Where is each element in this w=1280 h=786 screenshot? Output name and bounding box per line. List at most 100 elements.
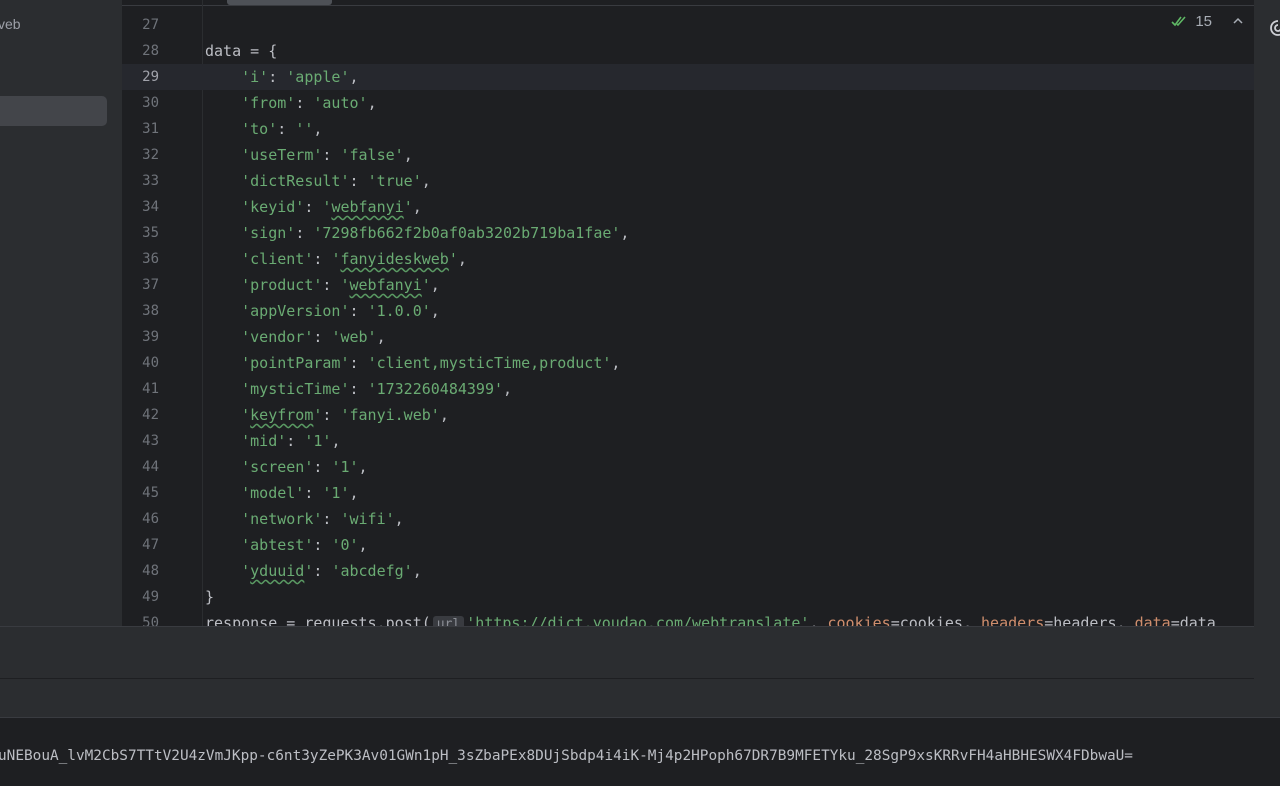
line-number: 43 <box>142 433 159 449</box>
code-token: response = requests.post( <box>205 614 431 626</box>
code-line[interactable]: 34 'keyid': 'webfanyi', <box>122 194 1254 220</box>
code-line[interactable]: 49} <box>122 584 1254 610</box>
code-line[interactable]: 48 'yduuid': 'abcdefg', <box>122 558 1254 584</box>
code-token: , <box>809 614 828 626</box>
parameter-hint: url <box>432 616 465 626</box>
code-token: , <box>412 562 422 580</box>
code-token: '' <box>295 120 314 138</box>
code-line[interactable]: 39 'vendor': 'web', <box>122 324 1254 350</box>
code-text: 'useTerm': 'false', <box>205 142 413 168</box>
code-token: 'abtest' <box>241 536 314 554</box>
inspection-count: 15 <box>1195 12 1212 30</box>
code-token: webfanyi <box>331 198 404 216</box>
code-token: : <box>313 562 332 580</box>
code-text: } <box>205 584 214 610</box>
code-token: 'apple' <box>286 68 350 86</box>
code-text: 'to': '', <box>205 116 322 142</box>
line-number: 49 <box>142 589 159 605</box>
code-line[interactable]: 37 'product': 'webfanyi', <box>122 272 1254 298</box>
code-line[interactable]: 27 <box>122 12 1254 38</box>
code-line[interactable]: 43 'mid': '1', <box>122 428 1254 454</box>
code-token: '1.0.0' <box>367 302 431 320</box>
line-number: 38 <box>142 303 159 319</box>
code-text: 'keyfrom': 'fanyi.web', <box>205 402 449 428</box>
code-token: : <box>322 276 341 294</box>
code-line[interactable]: 32 'useTerm': 'false', <box>122 142 1254 168</box>
code-token: ' <box>421 276 431 294</box>
code-token: , <box>611 354 621 372</box>
code-line[interactable]: 36 'client': 'fanyideskweb', <box>122 246 1254 272</box>
code-line[interactable]: 28 data = { <box>122 38 1254 64</box>
code-line[interactable]: 38 'appVersion': '1.0.0', <box>122 298 1254 324</box>
line-number: 32 <box>142 147 159 163</box>
code-token: : <box>349 380 368 398</box>
code-line[interactable]: 45 'model': '1', <box>122 480 1254 506</box>
project-tree-item[interactable]: veb <box>0 16 21 32</box>
code-line[interactable]: 41 'mysticTime': '1732260484399', <box>122 376 1254 402</box>
code-token: 'product' <box>241 276 323 294</box>
code-token: '1' <box>304 432 332 450</box>
ai-assistant-icon[interactable] <box>1268 18 1280 38</box>
project-tree-selected-row[interactable] <box>0 96 107 126</box>
code-text: 'product': 'webfanyi', <box>205 272 440 298</box>
code-token: : <box>304 198 323 216</box>
code-line[interactable]: 29 'i': 'apple', <box>122 64 1254 90</box>
code-token: '1' <box>322 484 350 502</box>
line-number: 33 <box>142 173 159 189</box>
run-console[interactable]: uNEBouA_lvM2CbS7TTtV2U4zVmJKpp-c6nt3yZeP… <box>0 717 1280 786</box>
code-line[interactable]: 50 response = requests.post(url'https://d… <box>122 610 1254 626</box>
code-token: data = { <box>205 42 278 60</box>
code-token: 'from' <box>241 94 296 112</box>
code-text: 'screen': '1', <box>205 454 367 480</box>
code-token: : <box>286 432 305 450</box>
code-line[interactable]: 47 'abtest': '0', <box>122 532 1254 558</box>
line-number: 42 <box>142 407 159 423</box>
chevron-up-icon[interactable] <box>1230 13 1246 29</box>
code-text: 'appVersion': '1.0.0', <box>205 298 440 324</box>
code-line[interactable]: 44 'screen': '1', <box>122 454 1254 480</box>
code-text: 'mysticTime': '1732260484399', <box>205 376 512 402</box>
code-line[interactable]: 40 'pointParam': 'client,mysticTime,prod… <box>122 350 1254 376</box>
code-token: , <box>349 68 359 86</box>
code-text: 'from': 'auto', <box>205 90 377 116</box>
code-token: 'web' <box>331 328 377 346</box>
code-token: , <box>439 406 449 424</box>
line-number: 45 <box>142 485 159 501</box>
code-token: 'to' <box>241 120 278 138</box>
code-line[interactable]: 42 'keyfrom': 'fanyi.web', <box>122 402 1254 428</box>
code-token: , <box>367 94 377 112</box>
code-editor[interactable]: 27 28 data = {29 'i': 'apple', 30 'from': '… <box>122 0 1280 626</box>
code-token: =cookies, <box>890 614 982 626</box>
code-token: ' <box>241 406 251 424</box>
code-token: 'mid' <box>241 432 287 450</box>
code-line[interactable]: 30 'from': 'auto', <box>122 90 1254 116</box>
code-line[interactable]: 33 'dictResult': 'true', <box>122 168 1254 194</box>
code-token: : <box>277 120 296 138</box>
code-token: 'vendor' <box>241 328 314 346</box>
code-token: 'false' <box>340 146 404 164</box>
code-token: , <box>430 276 440 294</box>
code-token: , <box>430 302 440 320</box>
code-token: : <box>313 458 332 476</box>
code-line[interactable]: 46 'network': 'wifi', <box>122 506 1254 532</box>
tool-window-header <box>0 626 1254 678</box>
code-text: data = { <box>205 38 277 64</box>
code-token: 'client' <box>241 250 314 268</box>
code-token: ' <box>340 276 350 294</box>
code-line[interactable]: 31 'to': '', <box>122 116 1254 142</box>
code-token: , <box>403 146 413 164</box>
code-token: 'client,mysticTime,product' <box>367 354 612 372</box>
code-token: : <box>295 224 314 242</box>
line-number: 46 <box>142 511 159 527</box>
code-line[interactable]: 35 'sign': '7298fb662f2b0af0ab3202b719ba… <box>122 220 1254 246</box>
code-text: 'vendor': 'web', <box>205 324 386 350</box>
check-double-icon <box>1171 16 1186 27</box>
